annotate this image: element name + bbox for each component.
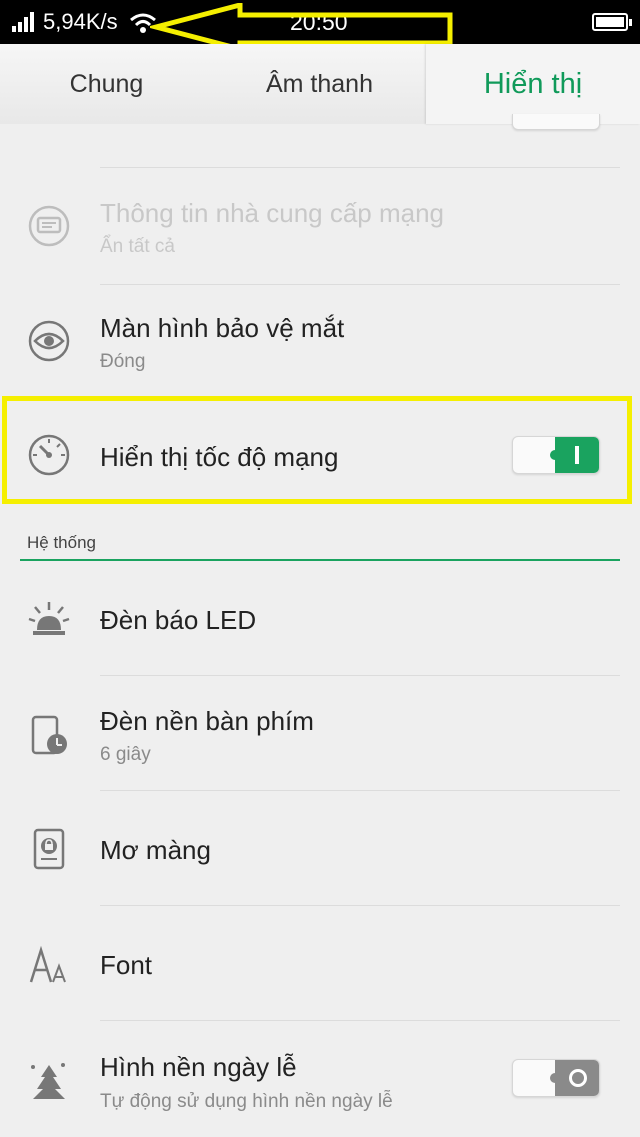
carrier-info-title: Thông tin nhà cung cấp mạng — [100, 198, 445, 228]
section-header-system: Hệ thống — [27, 533, 96, 552]
christmas-tree-icon — [31, 1063, 65, 1099]
holiday-wallpaper-toggle[interactable] — [512, 1059, 600, 1097]
keyboard-backlight-title: Đèn nền bàn phím — [100, 706, 314, 736]
tab-sound[interactable]: Âm thanh — [213, 44, 426, 124]
battery-icon — [592, 13, 632, 31]
message-icon — [28, 205, 70, 247]
highlight-annotation — [2, 396, 632, 504]
annotation-arrow — [150, 3, 453, 49]
toggle-off-knob — [550, 1060, 599, 1096]
font-icon — [29, 945, 66, 983]
holiday-wallpaper-title: Hình nền ngày lễ — [100, 1052, 297, 1082]
daydream-title: Mơ màng — [100, 835, 211, 865]
tablet-clock-icon — [31, 715, 67, 755]
eye-icon — [28, 320, 70, 362]
keyboard-backlight-item[interactable]: Đèn nền bàn phím 6 giây — [0, 676, 640, 791]
eye-protection-subtitle: Đóng — [100, 351, 146, 372]
holiday-wallpaper-subtitle: Tự động sử dụng hình nền ngày lễ — [100, 1091, 393, 1112]
daydream-item[interactable]: Mơ màng — [0, 791, 640, 906]
list-item-partial[interactable] — [0, 114, 640, 168]
tab-bar: Chung Âm thanh Hiển thị — [0, 44, 640, 124]
network-speed-text: 5,94K/s — [43, 9, 118, 34]
font-item[interactable]: Font — [0, 906, 640, 1021]
led-title: Đèn báo LED — [100, 605, 257, 635]
font-title: Font — [100, 950, 153, 980]
carrier-info-subtitle: Ẩn tất cả — [100, 236, 175, 257]
tab-general[interactable]: Chung — [0, 44, 213, 124]
carrier-info-item[interactable]: Thông tin nhà cung cấp mạng Ẩn tất cả — [0, 168, 640, 285]
led-light-icon — [28, 602, 70, 635]
eye-protection-item[interactable]: Màn hình bảo vệ mắt Đóng — [0, 285, 640, 395]
signal-icon — [12, 12, 34, 32]
tab-display[interactable]: Hiển thị — [426, 44, 640, 124]
section-divider — [20, 559, 620, 561]
eye-protection-title: Màn hình bảo vệ mắt — [100, 313, 345, 343]
holiday-wallpaper-item[interactable]: Hình nền ngày lễ Tự động sử dụng hình nề… — [0, 1021, 640, 1137]
keyboard-backlight-subtitle: 6 giây — [100, 744, 151, 765]
partial-toggle[interactable] — [512, 114, 600, 130]
led-item[interactable]: Đèn báo LED — [0, 562, 640, 676]
daydream-icon — [33, 828, 65, 870]
